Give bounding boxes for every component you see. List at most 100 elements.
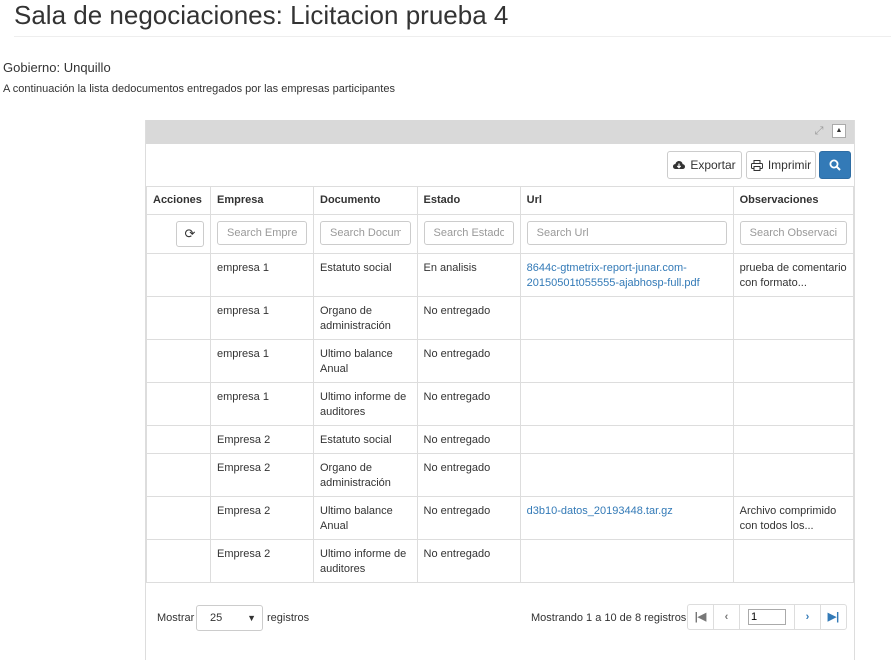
search-empresa-input[interactable] bbox=[217, 221, 307, 245]
cell-acciones bbox=[146, 296, 211, 340]
cell-documento: Ultimo informe de auditores bbox=[313, 539, 418, 583]
first-page-button[interactable]: |◀ bbox=[688, 605, 714, 629]
table-row: Empresa 2 Ultimo informe de auditores No… bbox=[146, 539, 855, 583]
cell-documento: Estatuto social bbox=[313, 253, 418, 297]
cell-url bbox=[519, 382, 734, 426]
cell-estado: No entregado bbox=[416, 539, 521, 583]
cell-acciones bbox=[146, 339, 211, 383]
cell-estado: En analisis bbox=[416, 253, 521, 297]
export-label: Exportar bbox=[690, 158, 736, 172]
search-estado-input[interactable] bbox=[423, 221, 514, 245]
cell-empresa: Empresa 2 bbox=[210, 453, 314, 497]
filter-cell-documento bbox=[313, 214, 418, 254]
documents-table: Acciones Empresa Documento Estado Url Ob… bbox=[146, 186, 855, 583]
panel-header: ⤢ ▲ bbox=[146, 120, 854, 144]
cell-url bbox=[519, 539, 734, 583]
col-header-empresa[interactable]: Empresa bbox=[210, 186, 314, 215]
col-header-documento[interactable]: Documento bbox=[313, 186, 418, 215]
filter-cell-empresa bbox=[210, 214, 314, 254]
cell-url bbox=[519, 296, 734, 340]
table-row: empresa 1 Organo de administración No en… bbox=[146, 296, 855, 340]
cell-documento: Organo de administración bbox=[313, 296, 418, 340]
cell-estado: No entregado bbox=[416, 425, 521, 454]
cell-observaciones bbox=[732, 539, 855, 583]
table-row: empresa 1 Ultimo informe de auditores No… bbox=[146, 382, 855, 426]
col-header-url[interactable]: Url bbox=[519, 186, 734, 215]
document-link[interactable]: d3b10-datos_20193448.tar.gz bbox=[527, 505, 673, 517]
export-button[interactable]: Exportar bbox=[667, 151, 742, 179]
collapse-icon[interactable]: ▲ bbox=[832, 124, 846, 138]
cell-empresa: empresa 1 bbox=[210, 296, 314, 340]
cell-estado: No entregado bbox=[416, 382, 521, 426]
cell-empresa: Empresa 2 bbox=[210, 539, 314, 583]
pagination: |◀ ‹ › ▶| bbox=[687, 604, 847, 630]
cell-observaciones bbox=[732, 296, 855, 340]
next-page-button[interactable]: › bbox=[795, 605, 821, 629]
documents-panel: ⤢ ▲ Exportar Imprimir Acciones Empresa D… bbox=[145, 120, 855, 660]
filter-cell-estado bbox=[416, 214, 521, 254]
refresh-icon: ⟳ bbox=[184, 226, 196, 241]
cell-estado: No entregado bbox=[416, 296, 521, 340]
page-size-value: 25 bbox=[210, 612, 223, 624]
prev-page-button[interactable]: ‹ bbox=[714, 605, 740, 629]
prev-page-icon: ‹ bbox=[724, 611, 729, 623]
search-url-input[interactable] bbox=[526, 221, 727, 245]
page-number-input[interactable] bbox=[748, 609, 786, 625]
cloud-download-icon bbox=[673, 161, 686, 169]
table-header-row: Acciones Empresa Documento Estado Url Ob… bbox=[146, 186, 855, 215]
table-row: empresa 1 Ultimo balance Anual No entreg… bbox=[146, 339, 855, 383]
cell-documento: Estatuto social bbox=[313, 425, 418, 454]
cell-empresa: empresa 1 bbox=[210, 253, 314, 297]
cell-observaciones bbox=[732, 425, 855, 454]
search-observaciones-input[interactable] bbox=[739, 221, 847, 245]
table-row: Empresa 2 Ultimo balance Anual No entreg… bbox=[146, 496, 855, 540]
cell-url: 8644c-gtmetrix-report-junar.com-20150501… bbox=[519, 253, 734, 297]
page-size-select[interactable]: 25 ▼ bbox=[196, 605, 263, 631]
refresh-button[interactable]: ⟳ bbox=[176, 221, 204, 247]
cell-acciones bbox=[146, 453, 211, 497]
show-label: Mostrar bbox=[157, 612, 195, 624]
filter-cell-acciones: ⟳ bbox=[146, 214, 211, 254]
search-button[interactable] bbox=[819, 151, 851, 179]
cell-url bbox=[519, 453, 734, 497]
filter-row: ⟳ bbox=[146, 214, 855, 254]
print-icon bbox=[750, 159, 763, 171]
col-header-observaciones[interactable]: Observaciones bbox=[732, 186, 855, 215]
pagination-info: Mostrando 1 a 10 de 8 registros bbox=[531, 612, 687, 624]
caret-down-icon: ▼ bbox=[247, 613, 256, 623]
col-header-acciones[interactable]: Acciones bbox=[146, 186, 211, 215]
cell-url bbox=[519, 339, 734, 383]
expand-icon[interactable]: ⤢ bbox=[813, 125, 825, 137]
search-icon bbox=[829, 159, 841, 171]
cell-empresa: empresa 1 bbox=[210, 339, 314, 383]
next-page-icon: › bbox=[805, 611, 810, 623]
cell-observaciones: Archivo comprimido con todos los... bbox=[732, 496, 855, 540]
col-header-estado[interactable]: Estado bbox=[416, 186, 521, 215]
cell-acciones bbox=[146, 253, 211, 297]
cell-documento: Ultimo informe de auditores bbox=[313, 382, 418, 426]
print-button[interactable]: Imprimir bbox=[746, 151, 816, 179]
cell-observaciones: prueba de comentario con formato... bbox=[732, 253, 855, 297]
first-page-icon: |◀ bbox=[694, 611, 707, 623]
records-label: registros bbox=[267, 612, 310, 624]
cell-documento: Organo de administración bbox=[313, 453, 418, 497]
intro-text: A continuación la lista dedocumentos ent… bbox=[3, 83, 395, 95]
last-page-button[interactable]: ▶| bbox=[821, 605, 846, 629]
search-documento-input[interactable] bbox=[320, 221, 411, 245]
cell-estado: No entregado bbox=[416, 339, 521, 383]
cell-observaciones bbox=[732, 382, 855, 426]
cell-empresa: Empresa 2 bbox=[210, 425, 314, 454]
table-row: empresa 1 Estatuto social En analisis 86… bbox=[146, 253, 855, 297]
filter-cell-url bbox=[519, 214, 734, 254]
cell-estado: No entregado bbox=[416, 496, 521, 540]
cell-acciones bbox=[146, 425, 211, 454]
last-page-icon: ▶| bbox=[827, 611, 840, 623]
cell-empresa: Empresa 2 bbox=[210, 496, 314, 540]
cell-estado: No entregado bbox=[416, 453, 521, 497]
table-row: Empresa 2 Organo de administración No en… bbox=[146, 453, 855, 497]
cell-url: d3b10-datos_20193448.tar.gz bbox=[519, 496, 734, 540]
document-link[interactable]: 8644c-gtmetrix-report-junar.com-20150501… bbox=[527, 262, 700, 289]
title-divider bbox=[14, 36, 891, 37]
cell-observaciones bbox=[732, 339, 855, 383]
cell-observaciones bbox=[732, 453, 855, 497]
